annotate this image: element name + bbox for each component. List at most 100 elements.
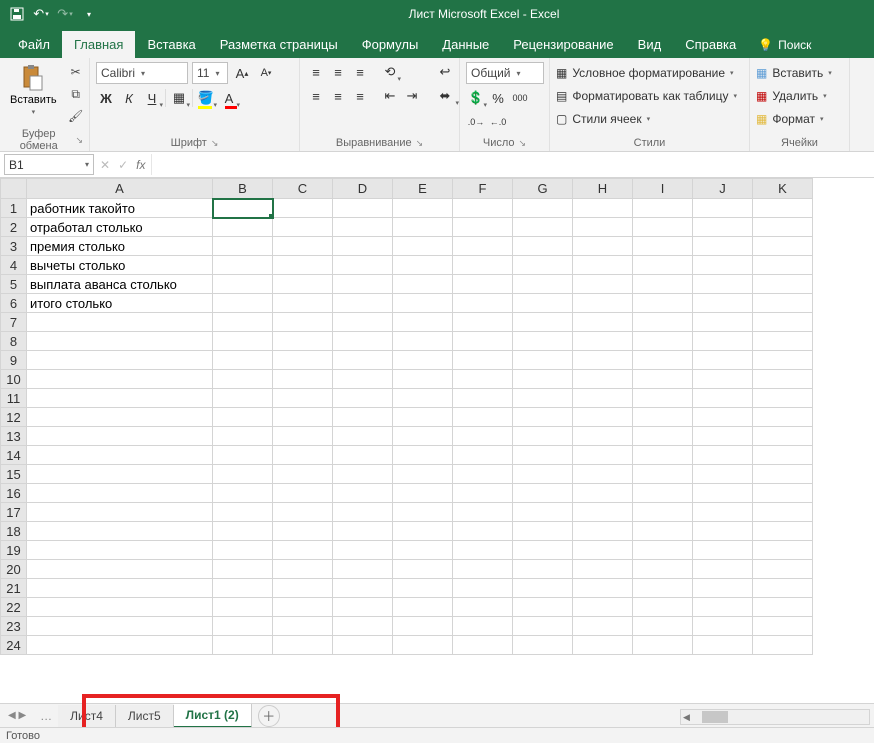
cell[interactable]	[573, 560, 633, 579]
cell[interactable]	[513, 560, 573, 579]
cell[interactable]	[453, 256, 513, 275]
cell[interactable]	[513, 408, 573, 427]
cell[interactable]	[27, 617, 213, 636]
cell[interactable]	[633, 560, 693, 579]
font-size-combo[interactable]: 11▾	[192, 62, 228, 84]
cell[interactable]	[393, 579, 453, 598]
tab-file[interactable]: Файл	[6, 31, 62, 58]
cell[interactable]	[273, 294, 333, 313]
column-header[interactable]: I	[633, 179, 693, 199]
tab-page-layout[interactable]: Разметка страницы	[208, 31, 350, 58]
cell[interactable]	[573, 389, 633, 408]
cell[interactable]	[513, 541, 573, 560]
cell[interactable]	[573, 427, 633, 446]
cell[interactable]	[573, 636, 633, 655]
cell[interactable]	[633, 503, 693, 522]
cell[interactable]	[453, 541, 513, 560]
format-painter-icon[interactable]: 🖌	[65, 106, 87, 126]
cell[interactable]	[273, 636, 333, 655]
cell[interactable]	[633, 199, 693, 218]
row-header[interactable]: 10	[1, 370, 27, 389]
cell[interactable]	[453, 351, 513, 370]
cell[interactable]	[453, 427, 513, 446]
cell[interactable]	[753, 522, 813, 541]
cell[interactable]: работник такойто	[27, 199, 213, 218]
cell[interactable]	[273, 332, 333, 351]
comma-format-icon[interactable]: 000	[510, 88, 530, 108]
cell[interactable]	[513, 617, 573, 636]
tab-formulas[interactable]: Формулы	[350, 31, 431, 58]
cell[interactable]	[693, 503, 753, 522]
accounting-format-icon[interactable]: 💲▾	[466, 88, 486, 108]
cell[interactable]	[333, 560, 393, 579]
merge-center-icon[interactable]: ⬌▾	[432, 86, 458, 106]
cell[interactable]	[513, 256, 573, 275]
cell[interactable]	[753, 446, 813, 465]
cell[interactable]	[213, 408, 273, 427]
cell[interactable]	[753, 351, 813, 370]
column-header[interactable]: B	[213, 179, 273, 199]
cell[interactable]	[513, 275, 573, 294]
column-header[interactable]: K	[753, 179, 813, 199]
cell[interactable]	[273, 598, 333, 617]
cell[interactable]	[213, 541, 273, 560]
cell[interactable]	[453, 446, 513, 465]
cell[interactable]	[633, 313, 693, 332]
cell[interactable]	[333, 218, 393, 237]
cell[interactable]	[273, 218, 333, 237]
sheet-nav-buttons[interactable]: ◀ ▶	[0, 710, 34, 721]
tell-me-search[interactable]: 💡 Поиск	[748, 32, 821, 58]
row-header[interactable]: 18	[1, 522, 27, 541]
cell[interactable]	[393, 256, 453, 275]
row-header[interactable]: 2	[1, 218, 27, 237]
cell[interactable]	[453, 484, 513, 503]
cell[interactable]	[273, 484, 333, 503]
horizontal-scrollbar[interactable]: ◀	[680, 709, 870, 725]
cell[interactable]: премия столько	[27, 237, 213, 256]
cell[interactable]	[693, 389, 753, 408]
cell[interactable]	[333, 636, 393, 655]
cell[interactable]	[513, 389, 573, 408]
cell[interactable]	[693, 465, 753, 484]
cell[interactable]	[633, 541, 693, 560]
row-header[interactable]: 17	[1, 503, 27, 522]
add-sheet-button[interactable]: ＋	[258, 705, 280, 727]
cell[interactable]	[693, 218, 753, 237]
redo-icon[interactable]: ↷▾	[54, 3, 76, 25]
cell[interactable]	[393, 313, 453, 332]
font-name-combo[interactable]: Calibri▾	[96, 62, 188, 84]
cell[interactable]	[753, 503, 813, 522]
cell[interactable]	[333, 617, 393, 636]
cell[interactable]	[513, 313, 573, 332]
dialog-launcher-icon[interactable]: ↘	[211, 138, 219, 149]
cell[interactable]	[333, 199, 393, 218]
cell[interactable]	[633, 446, 693, 465]
cell[interactable]	[513, 351, 573, 370]
copy-icon[interactable]: ⧉	[65, 84, 87, 104]
cell[interactable]	[513, 427, 573, 446]
cell[interactable]	[573, 256, 633, 275]
cell[interactable]	[693, 237, 753, 256]
cell[interactable]	[273, 617, 333, 636]
cell[interactable]	[213, 370, 273, 389]
cell[interactable]	[273, 199, 333, 218]
cell[interactable]	[513, 579, 573, 598]
cell[interactable]	[213, 579, 273, 598]
format-cells-button[interactable]: ▦Формат▾	[756, 108, 843, 130]
cell[interactable]	[273, 560, 333, 579]
cell[interactable]	[333, 237, 393, 256]
row-header[interactable]: 4	[1, 256, 27, 275]
italic-button[interactable]: К	[119, 88, 139, 108]
cell[interactable]	[273, 541, 333, 560]
cell[interactable]	[213, 199, 273, 218]
cell[interactable]	[753, 484, 813, 503]
cell[interactable]	[393, 351, 453, 370]
row-header[interactable]: 1	[1, 199, 27, 218]
cell[interactable]	[753, 218, 813, 237]
select-all-corner[interactable]	[1, 179, 27, 199]
cell[interactable]	[573, 465, 633, 484]
formula-input[interactable]	[152, 154, 872, 175]
cell[interactable]	[27, 522, 213, 541]
sheet-tab[interactable]: Лист4	[58, 705, 116, 727]
spreadsheet-grid[interactable]: ABCDEFGHIJK1работник такойто2отработал с…	[0, 178, 874, 655]
